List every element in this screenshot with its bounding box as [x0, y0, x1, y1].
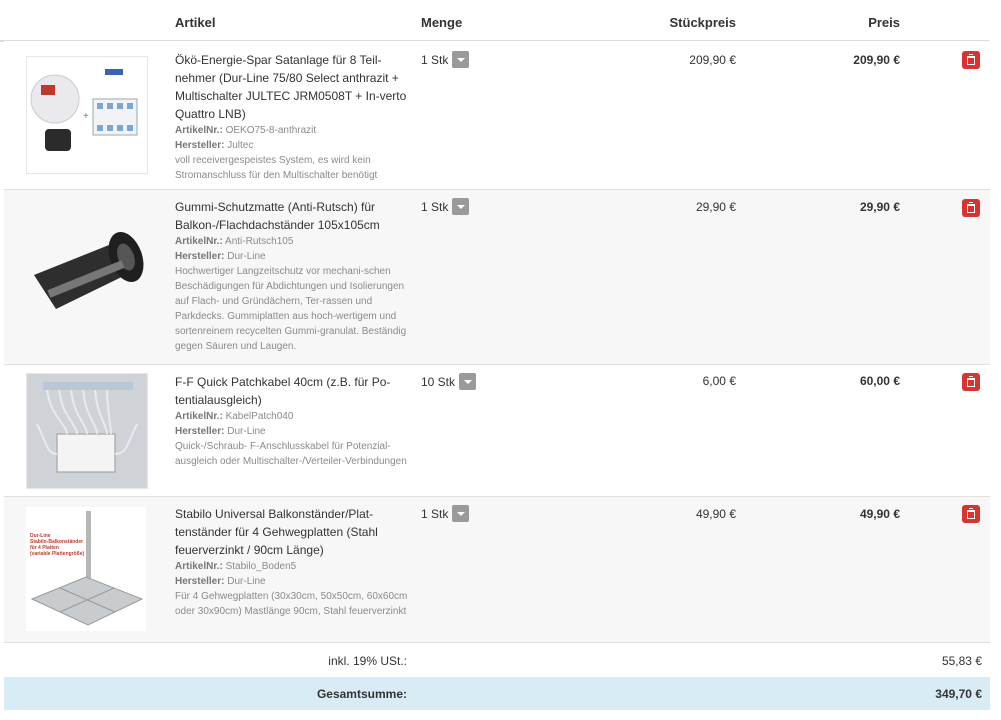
line-price: 209,90 € — [853, 53, 900, 67]
unit-price: 29,90 € — [695, 200, 736, 214]
trash-icon — [967, 53, 975, 65]
quantity-dropdown-icon[interactable] — [452, 198, 470, 215]
column-header-menge: Menge — [421, 15, 463, 30]
unit-price: 49,90 € — [695, 507, 736, 521]
delete-item-button[interactable] — [962, 505, 980, 523]
delete-item-button[interactable] — [962, 51, 980, 69]
quantity-value: 1 Stk — [421, 199, 449, 214]
unit-price: 6,00 € — [702, 374, 736, 388]
artnr-value: Anti-Rutsch105 — [225, 236, 294, 247]
tax-label: inkl. 19% USt.: — [328, 654, 407, 668]
tax-row: inkl. 19% USt.: 55,83 € — [0, 643, 990, 676]
delete-item-button[interactable] — [962, 373, 980, 391]
product-note: Quick-/Schraub- F-Anschlusskabel für Pot… — [175, 441, 407, 467]
total-label: Gesamtsumme: — [316, 687, 407, 701]
hersteller-label: Hersteller: — [175, 426, 225, 437]
quantity-select[interactable]: 1 Stk — [421, 51, 470, 68]
artnr-label: ArtikelNr.: — [175, 411, 223, 422]
product-image-satanlage[interactable]: + — [26, 56, 148, 174]
unit-price: 209,90 € — [689, 53, 736, 67]
line-price: 49,90 € — [859, 507, 900, 521]
artnr-label: ArtikelNr.: — [175, 125, 223, 136]
hersteller-value: Dur-Line — [227, 576, 266, 587]
column-header-stueckpreis: Stückpreis — [669, 15, 736, 30]
cart-table-header: Artikel Menge Stückpreis Preis — [0, 0, 990, 42]
product-note: Für 4 Gehwegplatten (30x30cm, 50x50cm, 6… — [175, 591, 408, 617]
product-image-caption: Dur-Line Stabilo-Balkonständer für 4 Pla… — [30, 533, 85, 557]
tax-value: 55,83 € — [941, 654, 982, 668]
quantity-dropdown-icon[interactable] — [452, 505, 470, 522]
hersteller-label: Hersteller: — [175, 251, 225, 262]
column-header-preis: Preis — [868, 15, 900, 30]
product-note: voll receivergespeistes System, es wird … — [175, 155, 378, 181]
quantity-dropdown-icon[interactable] — [452, 51, 470, 68]
artnr-label: ArtikelNr.: — [175, 561, 223, 572]
delete-item-button[interactable] — [962, 199, 980, 217]
product-note: Hochwertiger Langzeitschutz vor mechani-… — [175, 266, 407, 352]
trash-icon — [967, 201, 975, 213]
line-price: 60,00 € — [859, 374, 900, 388]
total-row: Gesamtsumme: 349,70 € — [4, 677, 990, 710]
quantity-select[interactable]: 1 Stk — [421, 505, 470, 522]
artnr-value: Stabilo_Boden5 — [225, 561, 297, 572]
product-image-patchkabel[interactable] — [26, 373, 148, 489]
product-image-gummimatte[interactable] — [26, 205, 146, 345]
product-description: F-F Quick Patchkabel 40cm (z.B. für Po-t… — [175, 373, 415, 469]
column-header-artikel: Artikel — [175, 15, 216, 30]
artnr-label: ArtikelNr.: — [175, 236, 223, 247]
line-price: 29,90 € — [859, 200, 900, 214]
product-title[interactable]: Ökö-Energie-Spar Satanlage für 8 Teil-ne… — [175, 51, 415, 123]
cart-row: Dur-Line Stabilo-Balkonständer für 4 Pla… — [4, 497, 990, 643]
quantity-value: 10 Stk — [421, 374, 456, 389]
product-title[interactable]: F-F Quick Patchkabel 40cm (z.B. für Po-t… — [175, 373, 415, 409]
cart-row: F-F Quick Patchkabel 40cm (z.B. für Po-t… — [4, 365, 990, 497]
svg-text:+: + — [83, 111, 89, 122]
cart-row: Gummi-Schutzmatte (Anti-Rutsch) für Balk… — [4, 190, 990, 365]
artnr-value: KabelPatch040 — [225, 411, 294, 422]
quantity-value: 1 Stk — [421, 52, 449, 67]
hersteller-value: Dur-Line — [227, 251, 266, 262]
product-description: Stabilo Universal Balkonständer/Plat-ten… — [175, 505, 415, 619]
hersteller-value: Dur-Line — [227, 426, 266, 437]
hersteller-label: Hersteller: — [175, 140, 225, 151]
trash-icon — [967, 507, 975, 519]
quantity-value: 1 Stk — [421, 506, 449, 521]
product-title[interactable]: Gummi-Schutzmatte (Anti-Rutsch) für Balk… — [175, 198, 415, 234]
quantity-select[interactable]: 1 Stk — [421, 198, 470, 215]
total-value: 349,70 € — [935, 687, 982, 701]
artnr-value: OEKO75-8-anthrazit — [225, 125, 317, 136]
product-title[interactable]: Stabilo Universal Balkonständer/Plat-ten… — [175, 505, 415, 559]
trash-icon — [967, 375, 975, 387]
hersteller-value: Jultec — [227, 140, 254, 151]
cart-row: + Ökö-Energie-Spar Satanlage für 8 Teil-… — [4, 41, 990, 190]
product-description: Ökö-Energie-Spar Satanlage für 8 Teil-ne… — [175, 51, 415, 183]
quantity-dropdown-icon[interactable] — [459, 373, 477, 390]
hersteller-label: Hersteller: — [175, 576, 225, 587]
product-description: Gummi-Schutzmatte (Anti-Rutsch) für Balk… — [175, 198, 415, 354]
quantity-select[interactable]: 10 Stk — [421, 373, 477, 390]
product-image-stabilo[interactable]: Dur-Line Stabilo-Balkonständer für 4 Pla… — [26, 507, 146, 631]
